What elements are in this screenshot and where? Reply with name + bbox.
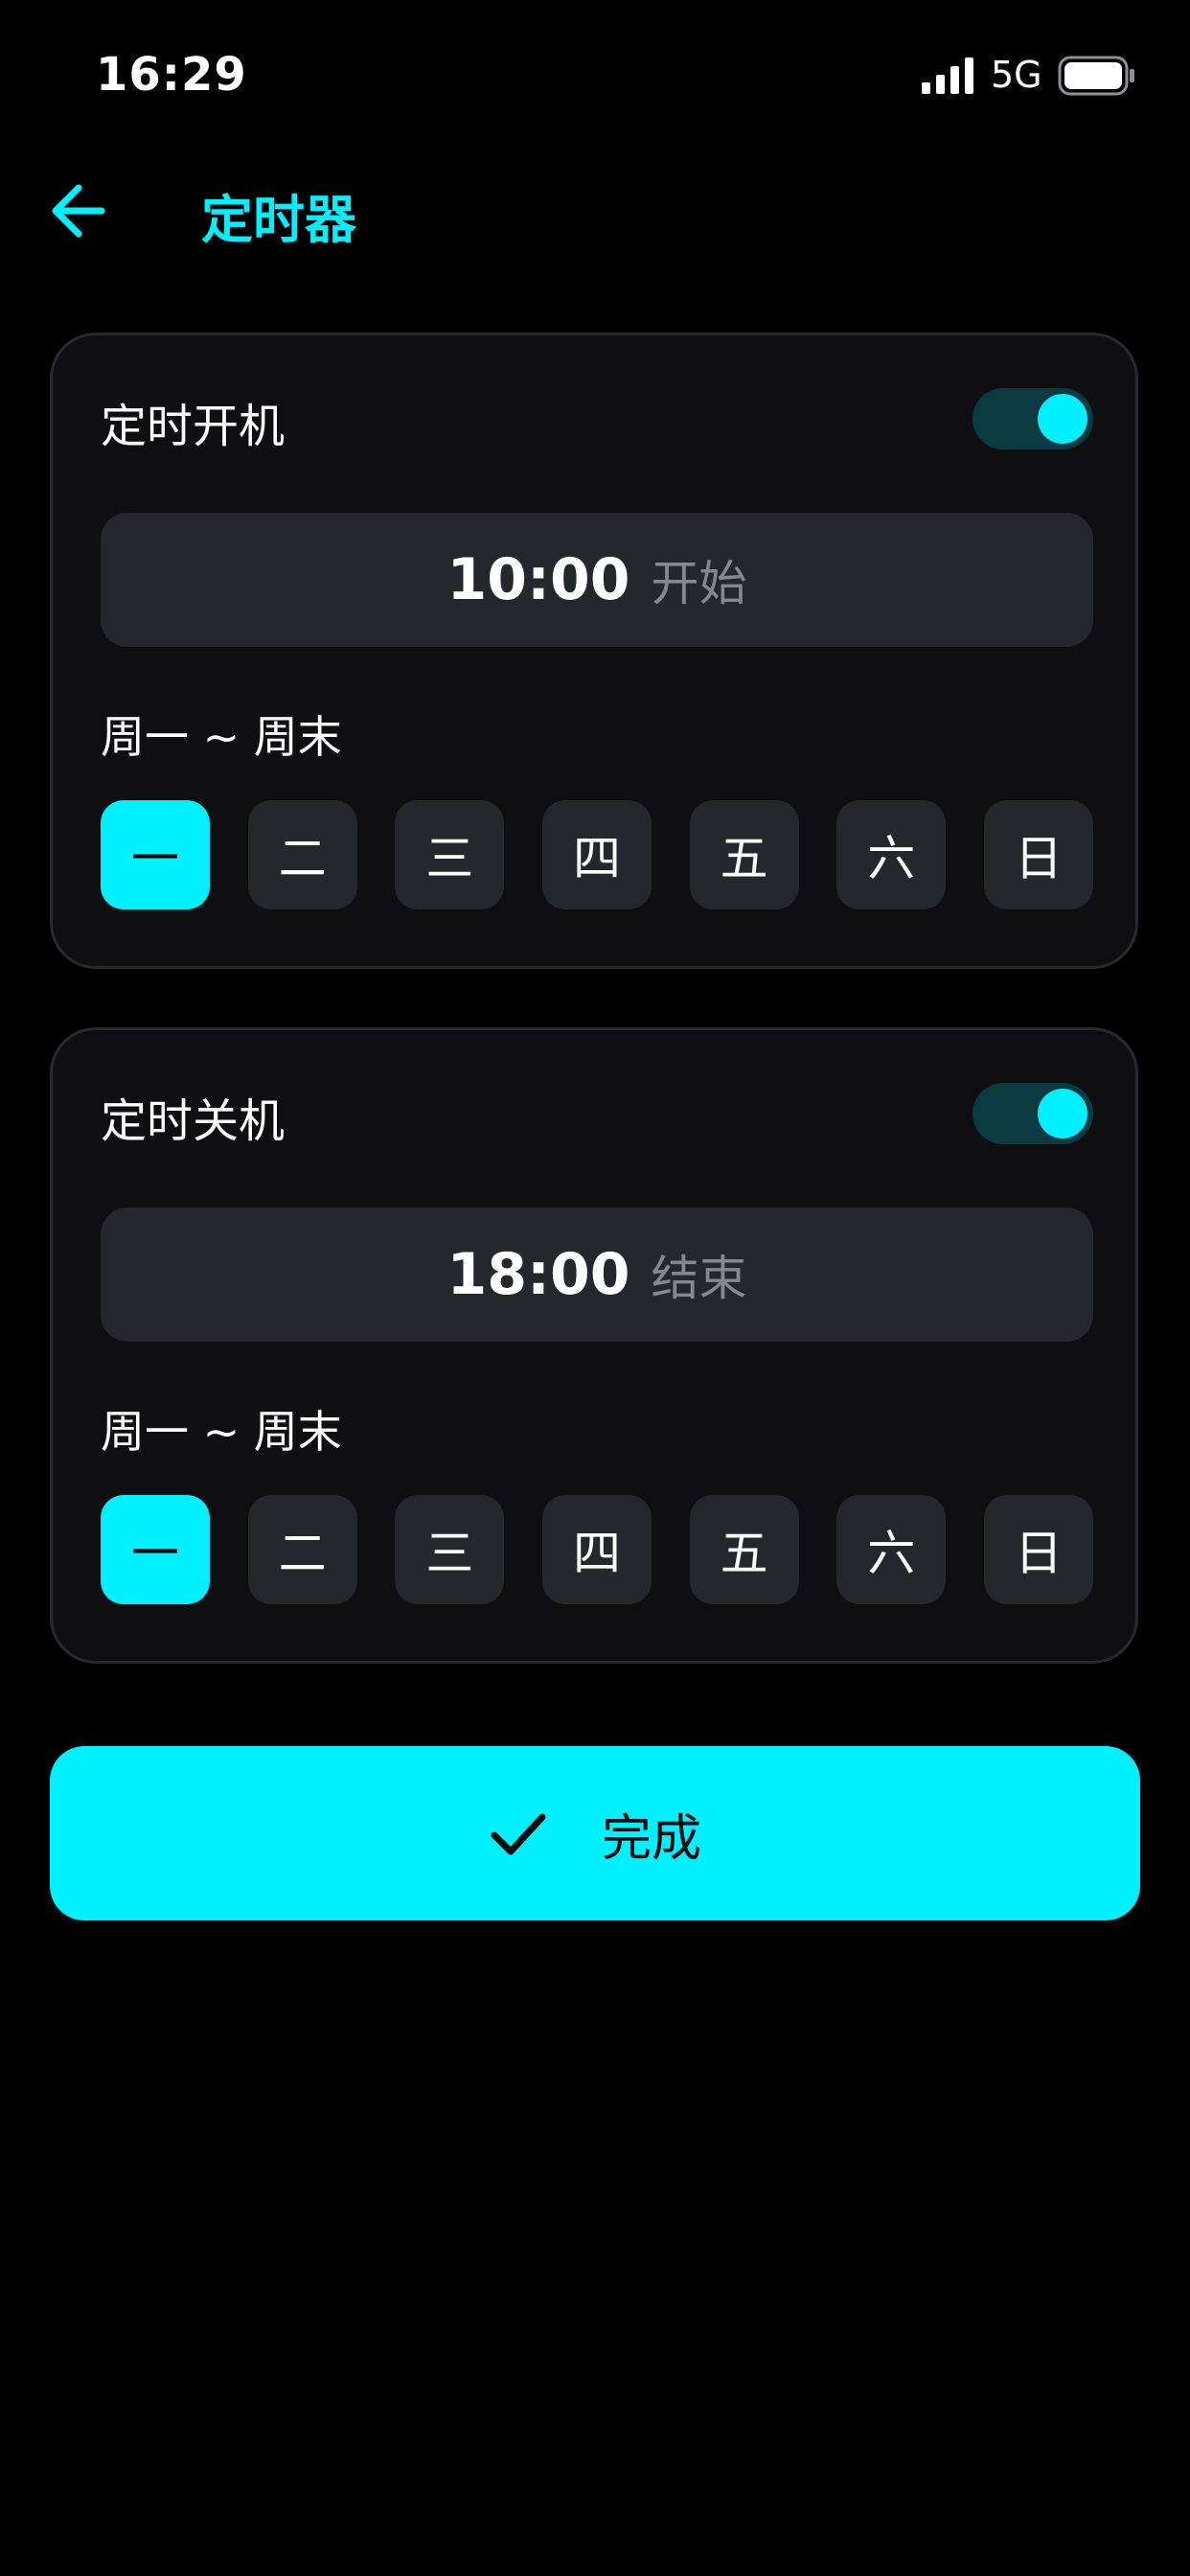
power-on-timer-card: 定时开机 10:00 开始 周一 ~ 周末 一 二 三 四 五 六 日: [50, 333, 1138, 969]
signal-icon: [922, 58, 973, 94]
power-on-repeat-label: 周一 ~ 周末: [101, 711, 342, 763]
day-chip-sun[interactable]: 日: [983, 800, 1093, 909]
check-icon: [491, 1813, 546, 1855]
network-type: 5G: [991, 54, 1042, 96]
done-button[interactable]: 完成: [50, 1746, 1140, 1920]
power-on-time-field[interactable]: 10:00 开始: [101, 513, 1093, 647]
back-button[interactable]: [46, 172, 113, 249]
day-chip-thu[interactable]: 四: [541, 1495, 652, 1604]
day-chip-fri[interactable]: 五: [689, 800, 799, 909]
day-chip-fri[interactable]: 五: [689, 1495, 799, 1604]
power-on-time: 10:00: [446, 546, 630, 613]
arrow-left-icon: [52, 184, 105, 238]
power-off-title: 定时关机: [101, 1094, 286, 1148]
day-chip-wed[interactable]: 三: [395, 1495, 505, 1604]
toggle-knob: [1038, 1089, 1087, 1138]
day-chip-wed[interactable]: 三: [395, 800, 505, 909]
day-chip-tue[interactable]: 二: [247, 1495, 357, 1604]
day-chip-sun[interactable]: 日: [983, 1495, 1093, 1604]
power-off-time-suffix: 结束: [651, 1251, 747, 1306]
day-chip-mon[interactable]: 一: [101, 1495, 210, 1604]
battery-icon: [1058, 56, 1134, 96]
power-off-toggle[interactable]: [973, 1083, 1093, 1144]
power-off-day-selector: 一 二 三 四 五 六 日: [101, 1495, 1093, 1604]
power-off-time: 18:00: [446, 1241, 630, 1308]
page-title: 定时器: [201, 190, 356, 250]
power-off-time-field[interactable]: 18:00 结束: [101, 1208, 1093, 1342]
day-chip-sat[interactable]: 六: [836, 1495, 947, 1604]
power-on-toggle[interactable]: [973, 388, 1093, 449]
status-time: 16:29: [96, 48, 247, 102]
day-chip-sat[interactable]: 六: [836, 800, 947, 909]
day-chip-thu[interactable]: 四: [541, 800, 652, 909]
day-chip-mon[interactable]: 一: [101, 800, 210, 909]
power-on-day-selector: 一 二 三 四 五 六 日: [101, 800, 1093, 909]
power-off-timer-card: 定时关机 18:00 结束 周一 ~ 周末 一 二 三 四 五 六 日: [50, 1027, 1138, 1664]
toggle-knob: [1038, 394, 1087, 444]
power-on-time-suffix: 开始: [651, 556, 747, 611]
day-chip-tue[interactable]: 二: [247, 800, 357, 909]
power-on-title: 定时开机: [101, 400, 286, 453]
done-label: 完成: [601, 1809, 701, 1868]
power-off-repeat-label: 周一 ~ 周末: [101, 1406, 342, 1458]
status-bar: 16:29 5G: [0, 0, 1190, 144]
